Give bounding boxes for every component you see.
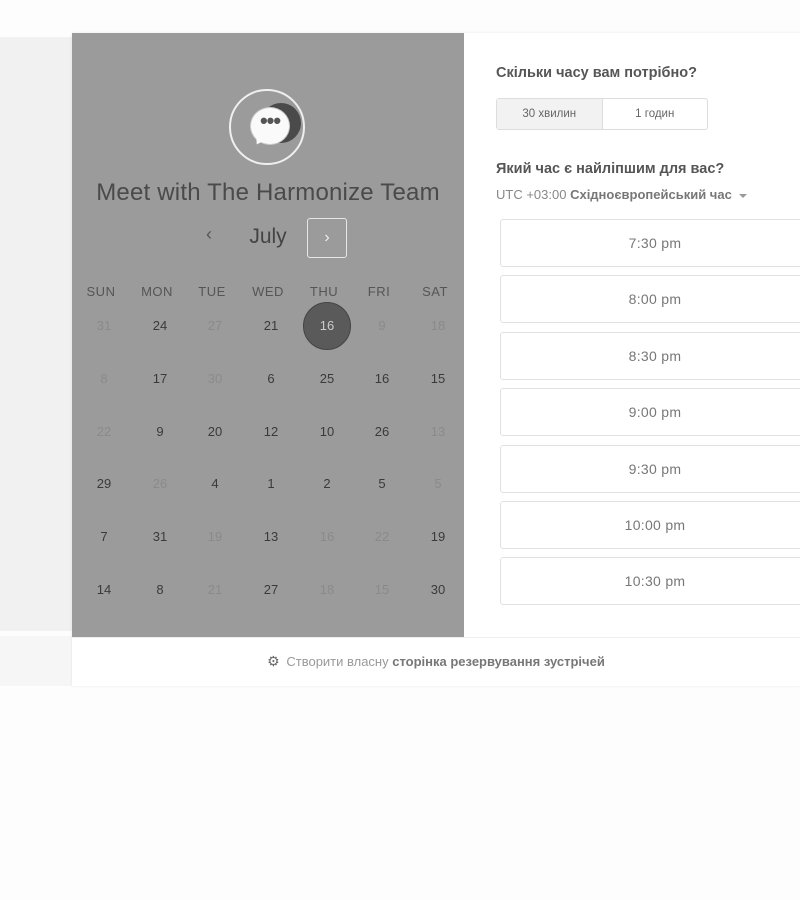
calendar-day[interactable]: 30 <box>191 355 239 403</box>
footer: ⚙ Створити власну сторінка резервування … <box>72 637 800 686</box>
time-slot-label: 9:00 pm <box>628 404 682 421</box>
weekday-label: SAT <box>422 284 448 299</box>
calendar-day[interactable]: 15 <box>358 566 406 614</box>
time-slot-button[interactable]: 9:00 pm <box>500 388 800 437</box>
calendar-day[interactable]: 5 <box>414 460 462 508</box>
background-strip <box>0 37 72 631</box>
calendar-day[interactable]: 31 <box>80 302 128 350</box>
month-label: July <box>249 225 287 248</box>
time-slot-label: 8:00 pm <box>628 291 682 308</box>
calendar-day[interactable]: 21 <box>191 566 239 614</box>
time-slot-label: 9:30 pm <box>628 460 682 477</box>
weekday-label: TUE <box>198 284 226 299</box>
calendar-day[interactable]: 2 <box>303 460 351 508</box>
calendar-day[interactable]: 16 <box>303 513 351 561</box>
time-slot-button[interactable]: 10:00 pm <box>500 501 800 549</box>
calendar-panel: ••• Meet with The Harmonize Team ‹ July … <box>72 33 464 637</box>
time-panel: Скільки часу вам потрібно? 30 хвилин 1 г… <box>464 33 800 637</box>
calendar-day[interactable]: 25 <box>303 355 351 403</box>
duration-option-30[interactable]: 30 хвилин <box>497 99 603 129</box>
time-slot-button[interactable]: 8:30 pm <box>500 331 800 380</box>
weekday-label: WED <box>252 284 284 299</box>
calendar-day[interactable]: 17 <box>136 355 184 403</box>
time-slot-button[interactable]: 10:30 pm <box>500 557 800 606</box>
timezone-offset: UTC +03:00 <box>496 187 567 202</box>
calendar-day[interactable]: 27 <box>191 302 239 350</box>
calendar-day[interactable]: 19 <box>414 513 462 561</box>
time-slot-label: 10:00 pm <box>624 517 686 533</box>
calendar-day[interactable]: 31 <box>136 513 184 561</box>
time-slot-label: 10:30 pm <box>624 573 686 590</box>
calendar-day[interactable]: 15 <box>414 355 462 403</box>
time-question: Який час є найліпшим для вас? <box>496 161 725 177</box>
calendar-day[interactable]: 5 <box>358 460 406 508</box>
meeting-title: Meet with The Harmonize Team <box>96 179 440 206</box>
calendar-day[interactable]: 24 <box>136 302 184 350</box>
calendar-day[interactable]: 22 <box>80 408 128 456</box>
chat-logo-icon: ••• <box>229 89 305 165</box>
calendar-day[interactable]: 8 <box>80 355 128 403</box>
footer-prefix: Створити власну <box>286 654 389 669</box>
calendar-day[interactable]: 7 <box>80 513 128 561</box>
calendar-day[interactable]: 6 <box>247 355 295 403</box>
time-slot-button[interactable]: 8:00 pm <box>500 275 800 324</box>
booking-card: ••• Meet with The Harmonize Team ‹ July … <box>72 33 800 686</box>
weekday-label: MON <box>141 284 173 299</box>
calendar-day[interactable]: 13 <box>414 408 462 456</box>
calendar-day[interactable]: 14 <box>80 566 128 614</box>
weekday-label: FRI <box>367 284 391 299</box>
prev-month-button[interactable]: ‹ <box>192 218 226 252</box>
calendar-day[interactable]: 19 <box>191 513 239 561</box>
calendar-day[interactable]: 18 <box>414 302 462 350</box>
weekday-label: SUN <box>86 284 116 299</box>
duration-option-60[interactable]: 1 годин <box>603 99 708 129</box>
calendar-day[interactable]: 27 <box>247 566 295 614</box>
calendar-day[interactable]: 26 <box>136 460 184 508</box>
calendar-day[interactable]: 21 <box>247 302 295 350</box>
calendar-day[interactable]: 9 <box>136 408 184 456</box>
calendar-day[interactable]: 20 <box>191 408 239 456</box>
calendar-day[interactable]: 29 <box>80 460 128 508</box>
duration-question: Скільки часу вам потрібно? <box>496 65 697 81</box>
time-slot-label: 8:30 pm <box>628 347 682 364</box>
calendar-day[interactable]: 16 <box>358 355 406 403</box>
calendar-day[interactable]: 4 <box>191 460 239 508</box>
timezone-name: Східноєвропейський час <box>570 187 732 202</box>
calendar-day[interactable]: 12 <box>247 408 295 456</box>
calendar-day[interactable]: 22 <box>358 513 406 561</box>
calendar-day[interactable]: 8 <box>136 566 184 614</box>
timezone-selector[interactable]: UTC +03:00 Східноєвропейський час <box>496 187 747 202</box>
time-slot-label: 7:30 pm <box>628 235 682 251</box>
calendar-day[interactable]: 9 <box>358 302 406 350</box>
calendar-day[interactable]: 10 <box>303 408 351 456</box>
calendar-day[interactable]: 18 <box>303 566 351 614</box>
calendar-day[interactable]: 1 <box>247 460 295 508</box>
calendar-day[interactable]: 26 <box>358 408 406 456</box>
selected-day[interactable]: 16 <box>303 302 351 350</box>
footer-link[interactable]: сторінка резервування зустрічей <box>392 654 605 669</box>
calendar-day[interactable]: 13 <box>247 513 295 561</box>
caret-down-icon <box>738 193 747 198</box>
weekday-label: THU <box>309 284 339 299</box>
next-month-button[interactable]: › <box>307 218 347 258</box>
duration-selector: 30 хвилин 1 годин <box>496 98 708 130</box>
sprocket-icon: ⚙ <box>267 653 280 669</box>
time-slot-button[interactable]: 9:30 pm <box>500 444 800 493</box>
calendar-day[interactable]: 30 <box>414 566 462 614</box>
background-strip-bottom <box>0 636 72 686</box>
time-slot-button[interactable]: 7:30 pm <box>500 219 800 267</box>
